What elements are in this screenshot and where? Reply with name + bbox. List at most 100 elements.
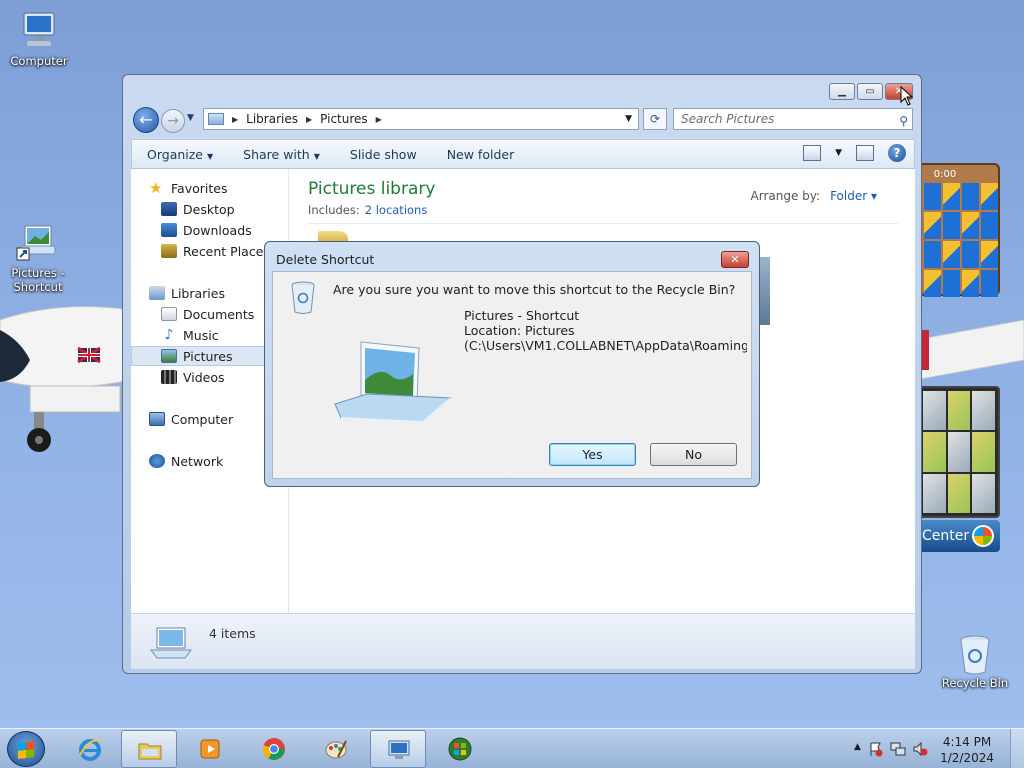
media-center-label: Center — [922, 528, 970, 544]
item-count: 4 items — [209, 626, 256, 641]
airplane-wallpaper-image — [0, 306, 130, 452]
show-hidden-icons-button[interactable]: ▲ — [854, 742, 861, 752]
shortcut-name: Pictures - Shortcut — [464, 308, 580, 323]
picture-puzzle-gadget[interactable]: 0:00 — [918, 163, 1000, 297]
navigation-bar: ← → ▼ ▶ Libraries ▶ Pictures ▶ ▼ ⟳ Searc… — [131, 105, 915, 135]
pictures-icon — [161, 349, 177, 363]
taskbar-chrome[interactable] — [246, 730, 302, 768]
desktop-icon-computer[interactable]: Computer — [3, 10, 75, 68]
clock-time: 4:14 PM — [942, 735, 992, 749]
desktop-icon-recycle-bin[interactable]: Recycle Bin — [939, 632, 1011, 690]
recycle-bin-icon — [291, 281, 315, 314]
windows-orb-icon — [972, 525, 994, 547]
music-icon: ♪ — [164, 327, 174, 343]
back-button[interactable]: ← — [133, 107, 159, 133]
recycle-bin-icon — [952, 632, 998, 675]
breadcrumb-pictures[interactable]: Pictures — [320, 112, 368, 126]
action-center-flag-icon[interactable] — [868, 741, 884, 757]
show-desktop-button[interactable] — [1010, 729, 1024, 768]
forward-button[interactable]: → — [161, 109, 185, 133]
documents-icon — [161, 307, 177, 321]
breadcrumb-libraries[interactable]: Libraries — [246, 112, 298, 126]
address-dropdown-icon[interactable]: ▼ — [625, 114, 632, 124]
chrome-icon — [262, 738, 285, 760]
no-button[interactable]: No — [650, 443, 737, 466]
clock-date: 1/2/2024 — [940, 751, 994, 765]
dialog-question: Are you sure you want to move this short… — [333, 282, 736, 297]
maximize-button[interactable]: ▭ — [857, 83, 883, 100]
library-title: Pictures library — [308, 179, 436, 199]
taskbar-internet-explorer[interactable] — [62, 730, 118, 768]
nav-desktop[interactable]: Desktop — [131, 199, 289, 219]
pictures-shortcut-large-icon — [334, 341, 453, 424]
view-options-dropdown-icon[interactable]: ▼ — [835, 148, 842, 158]
puzzle-grid[interactable] — [924, 183, 998, 297]
refresh-button[interactable]: ⟳ — [643, 108, 667, 130]
chevron-right-icon[interactable]: ▶ — [306, 115, 312, 124]
paint-icon — [325, 740, 347, 759]
start-button[interactable] — [7, 731, 45, 767]
system-clock[interactable]: 4:14 PM 1/2/2024 — [940, 734, 994, 766]
network-icon — [149, 454, 165, 468]
chevron-right-icon[interactable]: ▶ — [376, 115, 382, 124]
libraries-icon — [149, 286, 165, 300]
recent-pages-dropdown[interactable]: ▼ — [187, 113, 194, 123]
shortcut-info: Pictures - Shortcut Location: Pictures (… — [464, 308, 747, 353]
nav-downloads[interactable]: Downloads — [131, 220, 289, 240]
help-icon[interactable]: ? — [888, 144, 906, 162]
windows-media-center-icon — [448, 737, 472, 761]
preview-pane-icon[interactable] — [856, 145, 874, 161]
computer-icon — [149, 412, 165, 426]
search-placeholder: Search Pictures — [681, 112, 775, 126]
taskbar-remote-desktop[interactable] — [370, 730, 426, 768]
change-view-icon[interactable] — [803, 145, 822, 161]
library-includes: Includes: 2 locations — [308, 203, 428, 217]
taskbar-windows-explorer[interactable] — [121, 730, 177, 768]
media-player-icon — [200, 739, 220, 759]
media-center-gadget[interactable]: Center — [918, 520, 1000, 552]
desktop-icon-pictures-shortcut[interactable]: Pictures - Shortcut — [2, 222, 74, 294]
folder-icon — [138, 743, 162, 760]
taskbar-paint[interactable] — [308, 730, 364, 768]
recent-places-icon — [161, 244, 177, 258]
dialog-close-button[interactable]: ✕ — [721, 251, 749, 268]
desktop-icon-label: Recycle Bin — [941, 676, 1009, 690]
network-icon[interactable] — [890, 741, 906, 757]
taskbar-media-player[interactable] — [182, 730, 238, 768]
share-with-button[interactable]: Share with ▼ — [228, 147, 335, 162]
yes-button[interactable]: Yes — [549, 443, 636, 466]
star-icon: ★ — [149, 179, 163, 197]
address-bar[interactable]: ▶ Libraries ▶ Pictures ▶ ▼ — [203, 108, 639, 130]
computer-icon — [16, 10, 62, 52]
search-icon[interactable]: ⚲ — [899, 111, 908, 131]
minimize-button[interactable]: ▁ — [829, 83, 855, 100]
arrange-by: Arrange by: Folder ▾ — [750, 189, 877, 203]
arrange-by-dropdown[interactable]: Folder ▾ — [830, 189, 877, 203]
library-icon — [150, 627, 192, 659]
new-folder-button[interactable]: New folder — [432, 147, 530, 162]
organize-button[interactable]: Organize ▼ — [132, 147, 228, 162]
delete-shortcut-dialog[interactable]: Delete Shortcut ✕ Are you sure you want … — [264, 241, 760, 487]
taskbar: ▲ 4:14 PM 1/2/2024 — [0, 728, 1024, 768]
nav-favorites[interactable]: ★ Favorites — [131, 178, 289, 198]
command-bar: Organize ▼ Share with ▼ Slide show New fol… — [131, 139, 915, 169]
details-pane: 4 items — [131, 613, 915, 669]
search-input[interactable]: Search Pictures ⚲ — [673, 108, 913, 130]
slide-show-button[interactable]: Slide show — [335, 147, 432, 162]
windows-logo-icon — [18, 741, 34, 759]
library-locations-link[interactable]: 2 locations — [365, 203, 428, 217]
downloads-icon — [161, 223, 177, 237]
internet-explorer-icon — [79, 739, 102, 761]
pictures-shortcut-icon — [15, 222, 61, 264]
slideshow-gadget[interactable] — [918, 386, 1000, 518]
videos-icon — [161, 370, 177, 384]
desktop-icon-label: Computer — [10, 54, 68, 68]
mouse-cursor-icon — [900, 86, 914, 106]
picture-thumbnail[interactable] — [760, 257, 770, 325]
folder-icon — [208, 113, 224, 125]
desktop-icon — [161, 202, 177, 216]
dialog-body: Are you sure you want to move this short… — [272, 271, 752, 479]
taskbar-windows-media-center[interactable] — [432, 730, 488, 768]
chevron-right-icon[interactable]: ▶ — [232, 115, 238, 124]
volume-muted-icon[interactable] — [912, 741, 928, 757]
